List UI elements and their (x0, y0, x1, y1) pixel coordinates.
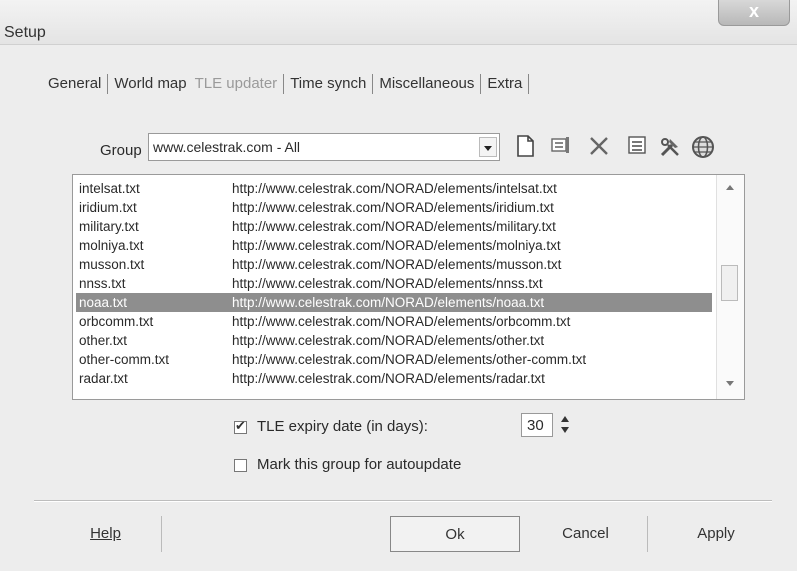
tab-separator (480, 74, 482, 94)
tle-expiry-label: TLE expiry date (in days): (257, 418, 428, 435)
autoupdate-label: Mark this group for autoupdate (257, 456, 462, 473)
tle-expiry-checkbox[interactable] (234, 418, 247, 434)
tab-separator (283, 74, 285, 94)
stepper-up-icon[interactable] (561, 416, 569, 422)
stepper-down-icon[interactable] (561, 427, 569, 433)
source-url: http://www.celestrak.com/NORAD/elements/… (232, 219, 556, 234)
ok-button-label: Ok (445, 526, 465, 543)
tab-tle-updater[interactable]: TLE updater (191, 75, 282, 92)
source-file-name: noaa.txt (79, 295, 128, 310)
tools-icon[interactable] (657, 135, 683, 161)
apply-button-label: Apply (697, 525, 735, 542)
close-button[interactable]: x (718, 0, 790, 26)
tab-general[interactable]: General (44, 75, 105, 92)
tle-expiry-days-input[interactable]: 30 (521, 413, 553, 437)
tab-separator (107, 74, 109, 94)
group-select[interactable]: www.celestrak.com - All (148, 133, 500, 161)
scrollbar-thumb[interactable] (721, 265, 738, 301)
list-item[interactable]: molniya.txt http://www.celestrak.com/NORA… (76, 236, 712, 255)
tab-separator (372, 74, 374, 94)
tab-time-synch[interactable]: Time synch (286, 75, 370, 92)
source-file-name: intelsat.txt (79, 181, 140, 196)
list-item[interactable]: other.txt http://www.celestrak.com/NORAD/… (76, 331, 712, 350)
source-url: http://www.celestrak.com/NORAD/elements/… (232, 238, 561, 253)
group-label: Group (100, 142, 142, 159)
setup-window: Setup x General World map TLE updater Time … (0, 0, 797, 571)
list-item[interactable]: musson.txt http://www.celestrak.com/NORAD… (76, 255, 712, 274)
source-url: http://www.celestrak.com/NORAD/elements/… (232, 314, 571, 329)
source-url: http://www.celestrak.com/NORAD/elements/… (232, 295, 545, 310)
tab-extra[interactable]: Extra (483, 75, 526, 92)
source-file-name: other.txt (79, 333, 128, 348)
list-item[interactable]: iridium.txt http://www.celestrak.com/NORA… (76, 198, 712, 217)
chevron-down-icon[interactable] (479, 137, 497, 157)
tab-bar: General World map TLE updater Time synch Mis… (44, 74, 531, 98)
list-item[interactable]: nnss.txt http://www.celestrak.com/NORAD/e… (76, 274, 712, 293)
source-file-name: other-comm.txt (79, 352, 170, 367)
cancel-button-label: Cancel (562, 525, 609, 542)
source-url: http://www.celestrak.com/NORAD/elements/… (232, 371, 545, 386)
cancel-button[interactable]: Cancel (524, 516, 648, 552)
ok-button[interactable]: Ok (390, 516, 520, 552)
list-item[interactable]: orbcomm.txt http://www.celestrak.com/NORA… (76, 312, 712, 331)
help-button[interactable]: Help (50, 516, 162, 552)
list-icon[interactable] (624, 135, 650, 161)
source-url: http://www.celestrak.com/NORAD/elements/… (232, 276, 543, 291)
window-title: Setup (4, 24, 46, 41)
tab-world-map[interactable]: World map (110, 75, 190, 92)
autoupdate-checkbox[interactable] (234, 459, 247, 472)
scroll-down-arrow-icon[interactable] (726, 381, 734, 386)
source-file-name: military.txt (79, 219, 139, 234)
title-bar: Setup x (0, 0, 797, 45)
help-button-label: Help (90, 525, 121, 542)
globe-icon[interactable] (690, 135, 716, 161)
scroll-up-arrow-icon[interactable] (726, 185, 734, 190)
list-item-selected[interactable]: noaa.txt http://www.celestrak.com/NORAD/e… (76, 293, 712, 312)
source-file-name: molniya.txt (79, 238, 144, 253)
source-file-name: radar.txt (79, 371, 128, 386)
tab-separator (528, 74, 530, 94)
source-file-name: musson.txt (79, 257, 145, 272)
source-url: http://www.celestrak.com/NORAD/elements/… (232, 352, 587, 367)
edit-icon[interactable] (548, 135, 574, 161)
list-item[interactable]: military.txt http://www.celestrak.com/NOR… (76, 217, 712, 236)
source-file-name: orbcomm.txt (79, 314, 154, 329)
list-scrollbar[interactable] (716, 175, 744, 399)
list-item[interactable]: radar.txt http://www.celestrak.com/NORAD/… (76, 369, 712, 388)
tle-expiry-days-value: 30 (527, 417, 544, 434)
list-item[interactable]: intelsat.txt http://www.celestrak.com/NOR… (76, 179, 712, 198)
group-select-value: www.celestrak.com - All (153, 139, 301, 155)
tle-expiry-stepper[interactable] (557, 415, 573, 435)
tab-miscellaneous[interactable]: Miscellaneous (375, 75, 478, 92)
tle-source-list[interactable]: intelsat.txt http://www.celestrak.com/NOR… (72, 174, 745, 400)
source-file-name: iridium.txt (79, 200, 137, 215)
list-item[interactable]: other-comm.txt http://www.celestrak.com/N… (76, 350, 712, 369)
divider (34, 500, 772, 502)
new-file-icon[interactable] (512, 135, 538, 161)
apply-button[interactable]: Apply (652, 516, 780, 552)
source-url: http://www.celestrak.com/NORAD/elements/… (232, 333, 545, 348)
source-url: http://www.celestrak.com/NORAD/elements/… (232, 257, 562, 272)
source-file-name: nnss.txt (79, 276, 126, 291)
source-url: http://www.celestrak.com/NORAD/elements/… (232, 200, 554, 215)
delete-icon[interactable] (586, 135, 612, 161)
source-url: http://www.celestrak.com/NORAD/elements/… (232, 181, 557, 196)
